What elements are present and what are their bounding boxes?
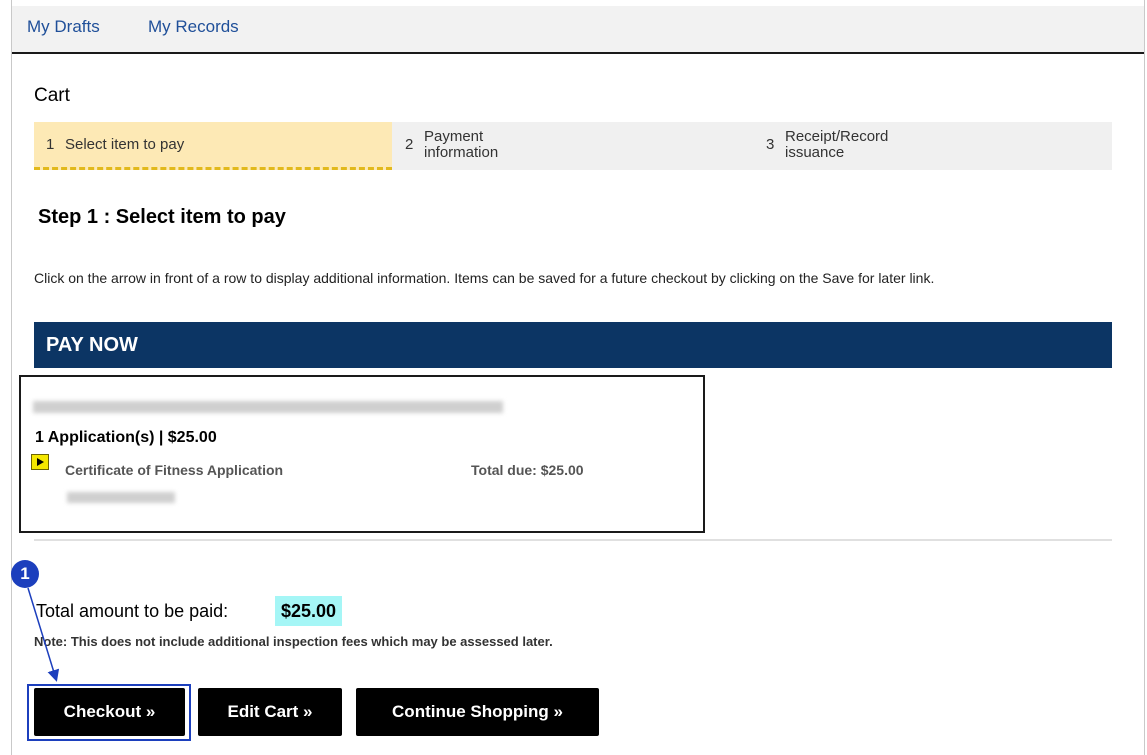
callout-badge: 1	[11, 560, 39, 588]
callout-arrow	[27, 587, 60, 682]
